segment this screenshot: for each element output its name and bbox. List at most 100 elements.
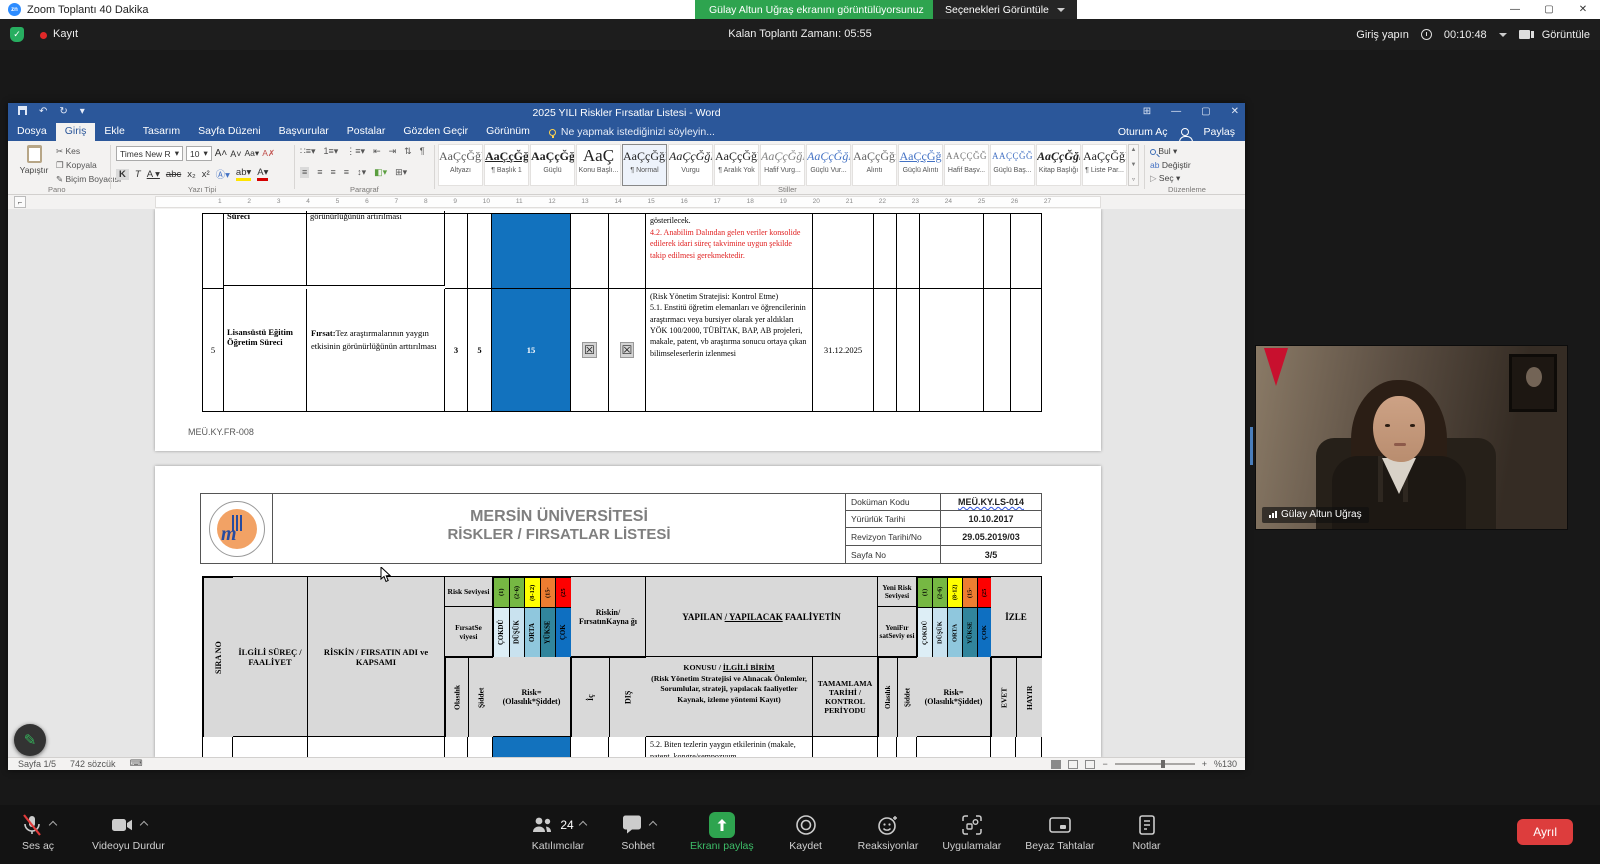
align-left-button[interactable]: ≡ xyxy=(300,167,309,178)
account-button[interactable]: Oturum Aç xyxy=(1118,126,1168,138)
align-right-button[interactable]: ≡ xyxy=(331,167,336,178)
font-color-button[interactable]: A▾ xyxy=(257,167,268,181)
zoom-slider-thumb[interactable] xyxy=(1161,760,1165,768)
tab-ekle[interactable]: Ekle xyxy=(95,123,133,141)
annotation-pen-button[interactable]: ✎ xyxy=(14,724,46,756)
borders-button[interactable]: ⊞▾ xyxy=(395,167,407,178)
style-guclu-vurgu[interactable]: AaÇçĞğİGüçlü Vur... xyxy=(806,144,851,186)
strikethrough-button[interactable]: abc xyxy=(166,169,181,180)
mic-chevron-icon[interactable] xyxy=(49,821,57,829)
tab-selector-icon[interactable]: ⌐ xyxy=(14,196,26,208)
style-altyazi[interactable]: AaÇçĞğHAltyazı xyxy=(438,144,483,186)
participant-video-tile[interactable]: Gülay Altun Uğraş xyxy=(1255,345,1568,530)
font-size-select[interactable]: 10▾ xyxy=(186,146,212,161)
clear-format-button[interactable]: A✗ xyxy=(262,148,275,159)
tell-me-box[interactable]: Ne yapmak istediğinizi söyleyin... xyxy=(539,123,725,141)
timer-chevron-icon[interactable] xyxy=(1499,33,1507,37)
grow-font-button[interactable]: A˄ xyxy=(215,148,228,159)
share-screen-button[interactable]: Ekranı paylaş xyxy=(690,811,754,852)
word-minimize-button[interactable]: — xyxy=(1171,106,1181,117)
style-guclu-basvuru[interactable]: AAÇÇĞĞGüçlü Baş... xyxy=(990,144,1035,186)
superscript-button[interactable]: x² xyxy=(202,169,210,180)
minimize-button[interactable]: — xyxy=(1498,0,1532,19)
numbering-button[interactable]: 1≡▾ xyxy=(324,146,339,157)
text-effects-button[interactable]: Ⓐ▾ xyxy=(216,167,230,181)
tab-gozden-gecir[interactable]: Gözden Geçir xyxy=(394,123,477,141)
tab-basvurular[interactable]: Başvurular xyxy=(270,123,338,141)
participants-button[interactable]: 24 Katılımcılar xyxy=(530,811,586,852)
copy-button[interactable]: ❐ Kopyala xyxy=(56,160,121,171)
shading-button[interactable]: ◧▾ xyxy=(374,167,387,178)
tab-postalar[interactable]: Postalar xyxy=(338,123,395,141)
signin-link[interactable]: Giriş yapın xyxy=(1356,29,1409,41)
style-hafif-basvuru[interactable]: AAÇÇĞĞHafif Başv... xyxy=(944,144,989,186)
document-page-2[interactable]: m MERSİN ÜNİVERSİTESİ RİSKLER / FIRSATLA… xyxy=(155,466,1101,757)
format-painter-button[interactable]: ✎ Biçim Boyacısı xyxy=(56,174,121,185)
shrink-font-button[interactable]: A˅ xyxy=(230,149,241,159)
zoom-in-button[interactable]: + xyxy=(1202,759,1207,769)
multilevel-button[interactable]: ⋮≡▾ xyxy=(346,146,365,157)
decrease-indent-button[interactable]: ⇤ xyxy=(373,146,381,157)
page-indicator[interactable]: Sayfa 1/5 xyxy=(18,759,56,769)
close-button[interactable]: ✕ xyxy=(1566,0,1600,19)
leave-button[interactable]: Ayrıl xyxy=(1517,819,1573,845)
increase-indent-button[interactable]: ⇥ xyxy=(389,146,397,157)
print-layout-icon[interactable] xyxy=(1068,760,1078,769)
style-liste-paragraf[interactable]: AaÇçĞğİ¶ Liste Par... xyxy=(1082,144,1127,186)
subscript-button[interactable]: x₂ xyxy=(187,169,195,180)
record-button[interactable]: Kaydet xyxy=(778,811,834,852)
highlight-button[interactable]: ab▾ xyxy=(236,167,251,181)
chat-button[interactable]: Sohbet xyxy=(610,811,666,852)
ribbon-display-icon[interactable]: ⊞ xyxy=(1143,106,1151,117)
zoom-level[interactable]: %130 xyxy=(1214,759,1237,769)
stop-video-button[interactable]: Videoyu Durdur xyxy=(92,811,165,852)
reactions-button[interactable]: Reaksiyonlar xyxy=(858,811,919,852)
view-options-button[interactable]: Seçenekleri Görüntüle xyxy=(933,0,1077,19)
unmute-button[interactable]: Ses aç xyxy=(10,811,66,852)
styles-scrollbar[interactable]: ▲▼▿ xyxy=(1128,144,1139,186)
zoom-slider[interactable] xyxy=(1115,763,1195,765)
word-restore-button[interactable]: ▢ xyxy=(1201,106,1210,117)
whiteboards-button[interactable]: Beyaz Tahtalar xyxy=(1025,811,1094,852)
font-name-select[interactable]: Times New R▾ xyxy=(116,146,183,161)
sort-button[interactable]: ⇅ xyxy=(404,146,412,157)
tab-giris[interactable]: Giriş xyxy=(56,123,96,141)
participants-chevron-icon[interactable] xyxy=(578,821,586,829)
italic-button[interactable]: T xyxy=(135,169,141,180)
style-aralik-yok[interactable]: AaÇçĞğl¶ Aralık Yok xyxy=(714,144,759,186)
notes-button[interactable]: Notlar xyxy=(1119,811,1175,852)
style-hafif-vurgu[interactable]: AaÇçĞğİHafif Vurg... xyxy=(760,144,805,186)
underline-button[interactable]: A ▾ xyxy=(147,169,160,180)
justify-button[interactable]: ≡ xyxy=(344,167,349,178)
apps-button[interactable]: Uygulamalar xyxy=(942,811,1001,852)
style-guclu[interactable]: AaÇçĞğlGüçlü xyxy=(530,144,575,186)
pilcrow-button[interactable]: ¶ xyxy=(420,146,425,157)
select-button[interactable]: ▷ Seç ▾ xyxy=(1150,173,1191,184)
style-konu-basligi[interactable]: AaÇKonu Başlı... xyxy=(576,144,621,186)
style-normal[interactable]: AaÇçĞğİ¶ Normal xyxy=(622,144,667,186)
web-layout-icon[interactable] xyxy=(1085,760,1095,769)
tab-gorunum[interactable]: Görünüm xyxy=(477,123,539,141)
view-button[interactable]: Görüntüle xyxy=(1542,29,1590,41)
style-baslik1[interactable]: AaÇçĞğİ¶ Başlık 1 xyxy=(484,144,529,186)
line-spacing-button[interactable]: ↕▾ xyxy=(357,167,366,178)
share-button[interactable]: Paylaş xyxy=(1203,126,1235,138)
style-vurgu[interactable]: AaÇçĞğİVurgu xyxy=(668,144,713,186)
cut-button[interactable]: ✂ Kes xyxy=(56,146,121,157)
word-count[interactable]: 742 sözcük xyxy=(70,759,116,769)
bullets-button[interactable]: ∷≡▾ xyxy=(300,146,316,157)
style-kitap-basligi[interactable]: AaÇçĞğlKitap Başlığı xyxy=(1036,144,1081,186)
align-center-button[interactable]: ≡ xyxy=(317,167,322,178)
word-close-button[interactable]: ✕ xyxy=(1231,106,1239,117)
zoom-out-button[interactable]: − xyxy=(1102,759,1107,769)
find-button[interactable]: Bul ▾ xyxy=(1150,146,1191,157)
maximize-button[interactable]: ▢ xyxy=(1532,0,1566,19)
tab-tasarim[interactable]: Tasarım xyxy=(134,123,189,141)
replace-button[interactable]: ab Değiştir xyxy=(1150,160,1191,170)
tab-dosya[interactable]: Dosya xyxy=(8,123,56,141)
tab-sayfa-duzeni[interactable]: Sayfa Düzeni xyxy=(189,123,269,141)
style-alinti[interactable]: AaÇçĞğıAlıntı xyxy=(852,144,897,186)
chat-chevron-icon[interactable] xyxy=(649,821,657,829)
paste-button[interactable]: Yapıştır xyxy=(16,145,52,185)
style-guclu-alinti[interactable]: AaÇçĞğGüçlü Alıntı xyxy=(898,144,943,186)
